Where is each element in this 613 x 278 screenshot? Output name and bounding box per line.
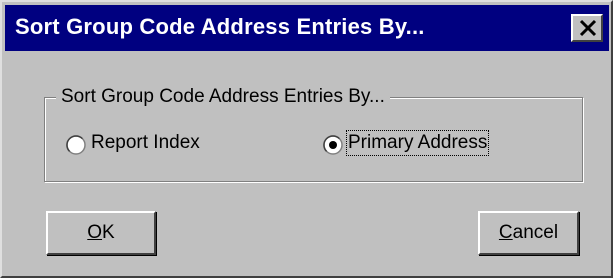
cancel-mnemonic: C <box>498 222 513 243</box>
ok-button[interactable]: OK <box>46 211 156 255</box>
cancel-label-rest: ancel <box>512 222 559 243</box>
cancel-button[interactable]: Cancel <box>478 211 579 255</box>
radio-dot <box>329 141 337 149</box>
report-index-radio[interactable] <box>66 135 86 155</box>
title-bar[interactable]: Sort Group Code Address Entries By... <box>5 5 609 51</box>
report-index-label[interactable]: Report Index <box>91 132 200 154</box>
primary-address-label[interactable]: Primary Address <box>345 130 490 156</box>
close-icon <box>579 19 597 37</box>
ok-label-rest: K <box>102 222 115 243</box>
group-legend: Sort Group Code Address Entries By... <box>56 86 390 108</box>
ok-mnemonic: O <box>87 222 103 243</box>
dialog-title: Sort Group Code Address Entries By... <box>15 14 425 39</box>
primary-address-radio[interactable] <box>323 135 343 155</box>
sort-dialog: Sort Group Code Address Entries By... So… <box>0 0 613 278</box>
close-button[interactable] <box>571 14 603 42</box>
